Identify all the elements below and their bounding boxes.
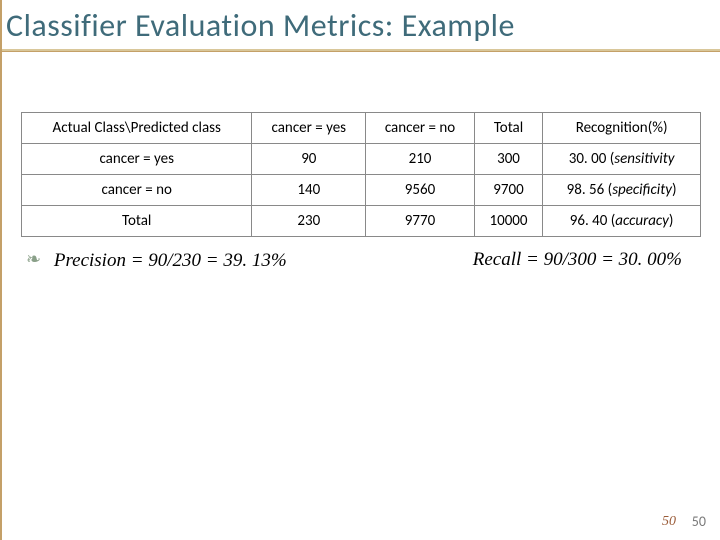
row-label: cancer = no [22,175,252,206]
bullet-icon: ❧ [26,249,41,270]
col-header-actual-predicted: Actual Class\Predicted class [22,113,252,144]
cell-value: 90 [252,144,366,175]
slide-title: Classifier Evaluation Metrics: Example [2,0,720,49]
rec-tag: sensitivity [614,150,674,168]
precision-metric: ❧ Precision = 90/230 = 39. 13% [26,249,287,272]
table-row: cancer = yes 90 210 300 30. 00 (sensitiv… [22,144,701,175]
rec-val: 96. 40 [570,212,608,230]
cell-value: 140 [252,175,366,206]
rec-val: 30. 00 [569,150,607,168]
cell-recognition: 96. 40 (accuracy) [543,206,701,237]
row-label: Total [22,206,252,237]
col-header-pred-no: cancer = no [366,113,475,144]
col-header-pred-yes: cancer = yes [252,113,366,144]
cell-recognition: 98. 56 (specificity) [543,175,701,206]
page-number-script: 50 [662,514,676,530]
confusion-matrix-table: Actual Class\Predicted class cancer = ye… [21,112,701,237]
precision-text: Precision = 90/230 = 39. 13% [54,250,287,271]
rec-val: 98. 56 [567,181,605,199]
page-number-plain: 50 [692,513,706,530]
table-row: cancer = no 140 9560 9700 98. 56 (specif… [22,175,701,206]
cell-value: 9770 [366,206,475,237]
col-header-total: Total [474,113,542,144]
recall-text: Recall = 90/300 = 30. 00% [473,249,682,270]
row-label: cancer = yes [22,144,252,175]
slide: Classifier Evaluation Metrics: Example A… [0,0,720,540]
table-row: Total 230 9770 10000 96. 40 (accuracy) [22,206,701,237]
cell-value: 9560 [366,175,475,206]
cell-value: 210 [366,144,475,175]
title-underline [2,49,720,52]
cell-value: 230 [252,206,366,237]
col-header-recognition: Recognition(%) [543,113,701,144]
rec-tag: accuracy [615,212,669,230]
cell-recognition: 30. 00 (sensitivity [543,144,701,175]
cell-value: 9700 [474,175,542,206]
rec-tag: specificity [612,181,672,199]
cell-value: 10000 [474,206,542,237]
metrics-line: ❧ Precision = 90/230 = 39. 13% Recall = … [26,249,682,272]
confusion-matrix-wrap: Actual Class\Predicted class cancer = ye… [21,112,701,237]
cell-value: 300 [474,144,542,175]
table-header-row: Actual Class\Predicted class cancer = ye… [22,113,701,144]
recall-metric: Recall = 90/300 = 30. 00% [473,249,682,272]
